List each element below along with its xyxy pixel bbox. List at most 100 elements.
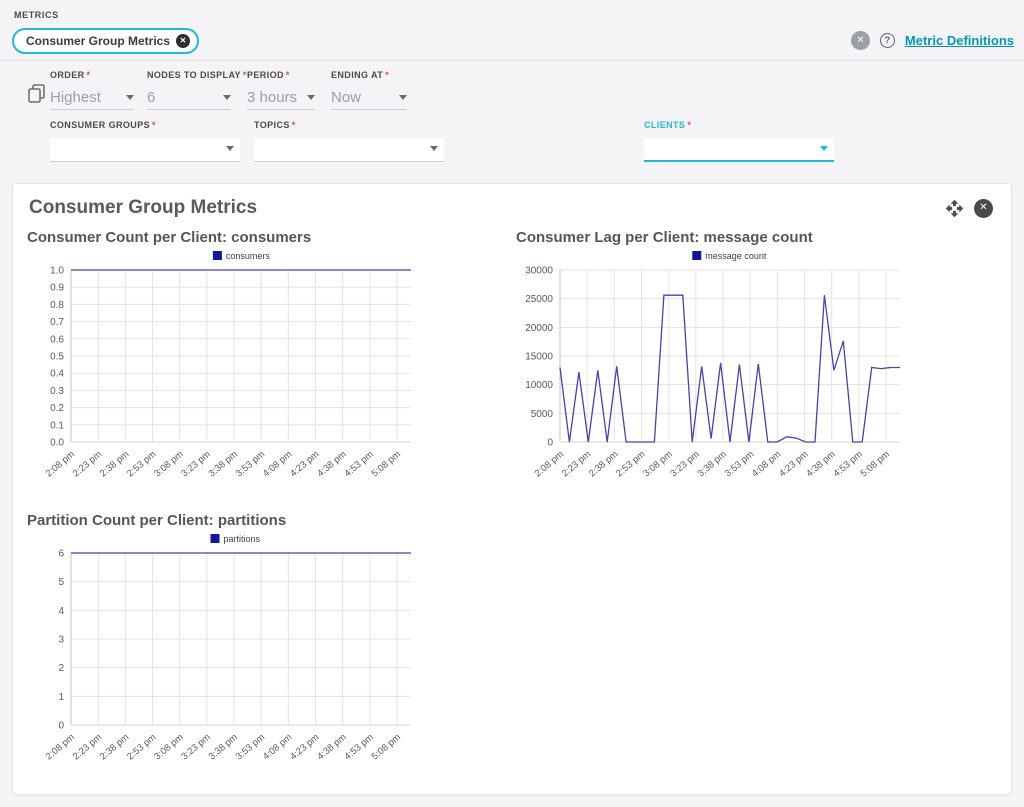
filter-row-2: CONSUMER GROUPS* TOPICS* CLIENTS* (50, 120, 834, 162)
close-widget-icon[interactable]: ✕ (974, 199, 993, 218)
select-value-row (50, 138, 240, 162)
svg-text:2: 2 (58, 663, 64, 674)
svg-text:3:53 pm: 3:53 pm (234, 732, 267, 763)
chevron-down-icon (226, 146, 234, 151)
svg-text:4:23 pm: 4:23 pm (288, 732, 321, 763)
svg-text:4:08 pm: 4:08 pm (261, 449, 294, 480)
svg-text:5: 5 (58, 577, 64, 588)
svg-text:3:08 pm: 3:08 pm (152, 732, 185, 763)
chart-consumer-lag: Consumer Lag per Client: message count 0… (516, 223, 997, 498)
widget-actions: ✕ (945, 199, 993, 218)
consumer-group-metrics-widget: Consumer Group Metrics ✕ Consumer Count … (12, 183, 1012, 795)
select-label: TOPICS* (254, 120, 444, 130)
select-value-row (644, 138, 834, 162)
divider (0, 60, 1024, 61)
svg-text:5:08 pm: 5:08 pm (859, 449, 892, 480)
nodes-to-display-select[interactable]: NODES TO DISPLAY* 6 (147, 70, 231, 110)
select-label-text: CLIENTS (644, 120, 685, 130)
metrics-section-label: METRICS (14, 10, 59, 20)
select-label: CONSUMER GROUPS* (50, 120, 240, 130)
svg-text:0.7: 0.7 (50, 317, 64, 328)
required-asterisk: * (385, 70, 389, 80)
remove-metric-icon[interactable]: ✕ (176, 34, 190, 48)
select-label-text: ORDER (50, 70, 85, 80)
svg-text:15000: 15000 (525, 352, 553, 363)
select-label: CLIENTS* (644, 120, 834, 130)
required-asterisk: * (687, 120, 691, 130)
select-label: NODES TO DISPLAY* (147, 70, 231, 80)
topics-select[interactable]: TOPICS* (254, 120, 444, 162)
svg-text:2:38 pm: 2:38 pm (98, 732, 131, 763)
metrics-actions: ✕ ? Metric Definitions (851, 31, 1014, 50)
svg-text:0.4: 0.4 (50, 369, 64, 380)
svg-text:0.5: 0.5 (50, 352, 64, 363)
clear-metrics-icon[interactable]: ✕ (851, 31, 870, 50)
copy-icon[interactable] (28, 84, 45, 108)
svg-text:0: 0 (547, 438, 553, 449)
chevron-down-icon (399, 95, 407, 100)
chevron-down-icon (430, 146, 438, 151)
select-label: PERIOD* (247, 70, 315, 80)
select-label: ENDING AT* (331, 70, 407, 80)
move-widget-icon[interactable] (945, 199, 964, 218)
select-label: ORDER* (50, 70, 134, 80)
select-label-text: TOPICS (254, 120, 290, 130)
select-label-text: ENDING AT (331, 70, 383, 80)
svg-text:4:23 pm: 4:23 pm (777, 449, 810, 480)
svg-text:3:23 pm: 3:23 pm (668, 449, 701, 480)
period-select[interactable]: PERIOD* 3 hours (247, 70, 315, 110)
svg-text:0.0: 0.0 (50, 438, 64, 449)
consumer-groups-select[interactable]: CONSUMER GROUPS* (50, 120, 240, 162)
svg-text:2:08 pm: 2:08 pm (44, 732, 77, 763)
svg-text:5:08 pm: 5:08 pm (370, 732, 403, 763)
svg-text:0: 0 (58, 721, 64, 732)
svg-text:2:53 pm: 2:53 pm (125, 449, 158, 480)
help-icon[interactable]: ? (880, 33, 895, 48)
order-select[interactable]: ORDER* Highest (50, 70, 134, 110)
svg-text:0.6: 0.6 (50, 334, 64, 345)
chevron-down-icon (126, 95, 134, 100)
svg-text:2:23 pm: 2:23 pm (71, 732, 104, 763)
metric-chip[interactable]: Consumer Group Metrics ✕ (12, 28, 199, 54)
svg-text:3: 3 (58, 635, 64, 646)
svg-text:30000: 30000 (525, 266, 553, 277)
svg-text:20000: 20000 (525, 323, 553, 334)
metric-chip-label: Consumer Group Metrics (26, 34, 170, 48)
select-label-text: CONSUMER GROUPS (50, 120, 150, 130)
svg-text:5:08 pm: 5:08 pm (370, 449, 403, 480)
chevron-down-icon (820, 146, 828, 151)
svg-text:3:53 pm: 3:53 pm (234, 449, 267, 480)
svg-text:0.9: 0.9 (50, 283, 64, 294)
metric-definitions-link[interactable]: Metric Definitions (905, 33, 1014, 48)
svg-text:25000: 25000 (525, 294, 553, 305)
svg-text:3:23 pm: 3:23 pm (179, 732, 212, 763)
svg-text:4: 4 (58, 606, 64, 617)
svg-text:4:38 pm: 4:38 pm (315, 732, 348, 763)
svg-text:4:53 pm: 4:53 pm (342, 732, 375, 763)
clients-select[interactable]: CLIENTS* (644, 120, 834, 162)
svg-text:consumers: consumers (226, 251, 271, 261)
svg-text:4:38 pm: 4:38 pm (315, 449, 348, 480)
chart-title: Partition Count per Client: partitions (27, 512, 508, 529)
svg-text:4:23 pm: 4:23 pm (288, 449, 321, 480)
svg-text:0.3: 0.3 (50, 386, 64, 397)
svg-text:4:38 pm: 4:38 pm (804, 449, 837, 480)
svg-text:3:38 pm: 3:38 pm (207, 732, 240, 763)
consumer-count-chart-canvas: 0.00.10.20.30.40.50.60.70.80.91.02:08 pm… (27, 248, 508, 498)
svg-text:3:08 pm: 3:08 pm (641, 449, 674, 480)
select-value: 6 (147, 89, 155, 106)
ending-at-select[interactable]: ENDING AT* Now (331, 70, 407, 110)
svg-text:2:23 pm: 2:23 pm (71, 449, 104, 480)
charts-grid: Consumer Count per Client: consumers 0.0… (13, 219, 1011, 781)
chart-consumer-count: Consumer Count per Client: consumers 0.0… (27, 223, 508, 498)
svg-text:10000: 10000 (525, 380, 553, 391)
required-asterisk: * (87, 70, 91, 80)
svg-text:message count: message count (705, 251, 767, 261)
select-label-text: NODES TO DISPLAY (147, 70, 241, 80)
consumer-lag-chart-canvas: 0500010000150002000025000300002:08 pm2:2… (516, 248, 997, 498)
select-value: Now (331, 89, 361, 106)
select-value-row: Highest (50, 88, 134, 110)
required-asterisk: * (286, 70, 290, 80)
svg-text:3:38 pm: 3:38 pm (696, 449, 729, 480)
widget-title: Consumer Group Metrics (29, 197, 257, 219)
